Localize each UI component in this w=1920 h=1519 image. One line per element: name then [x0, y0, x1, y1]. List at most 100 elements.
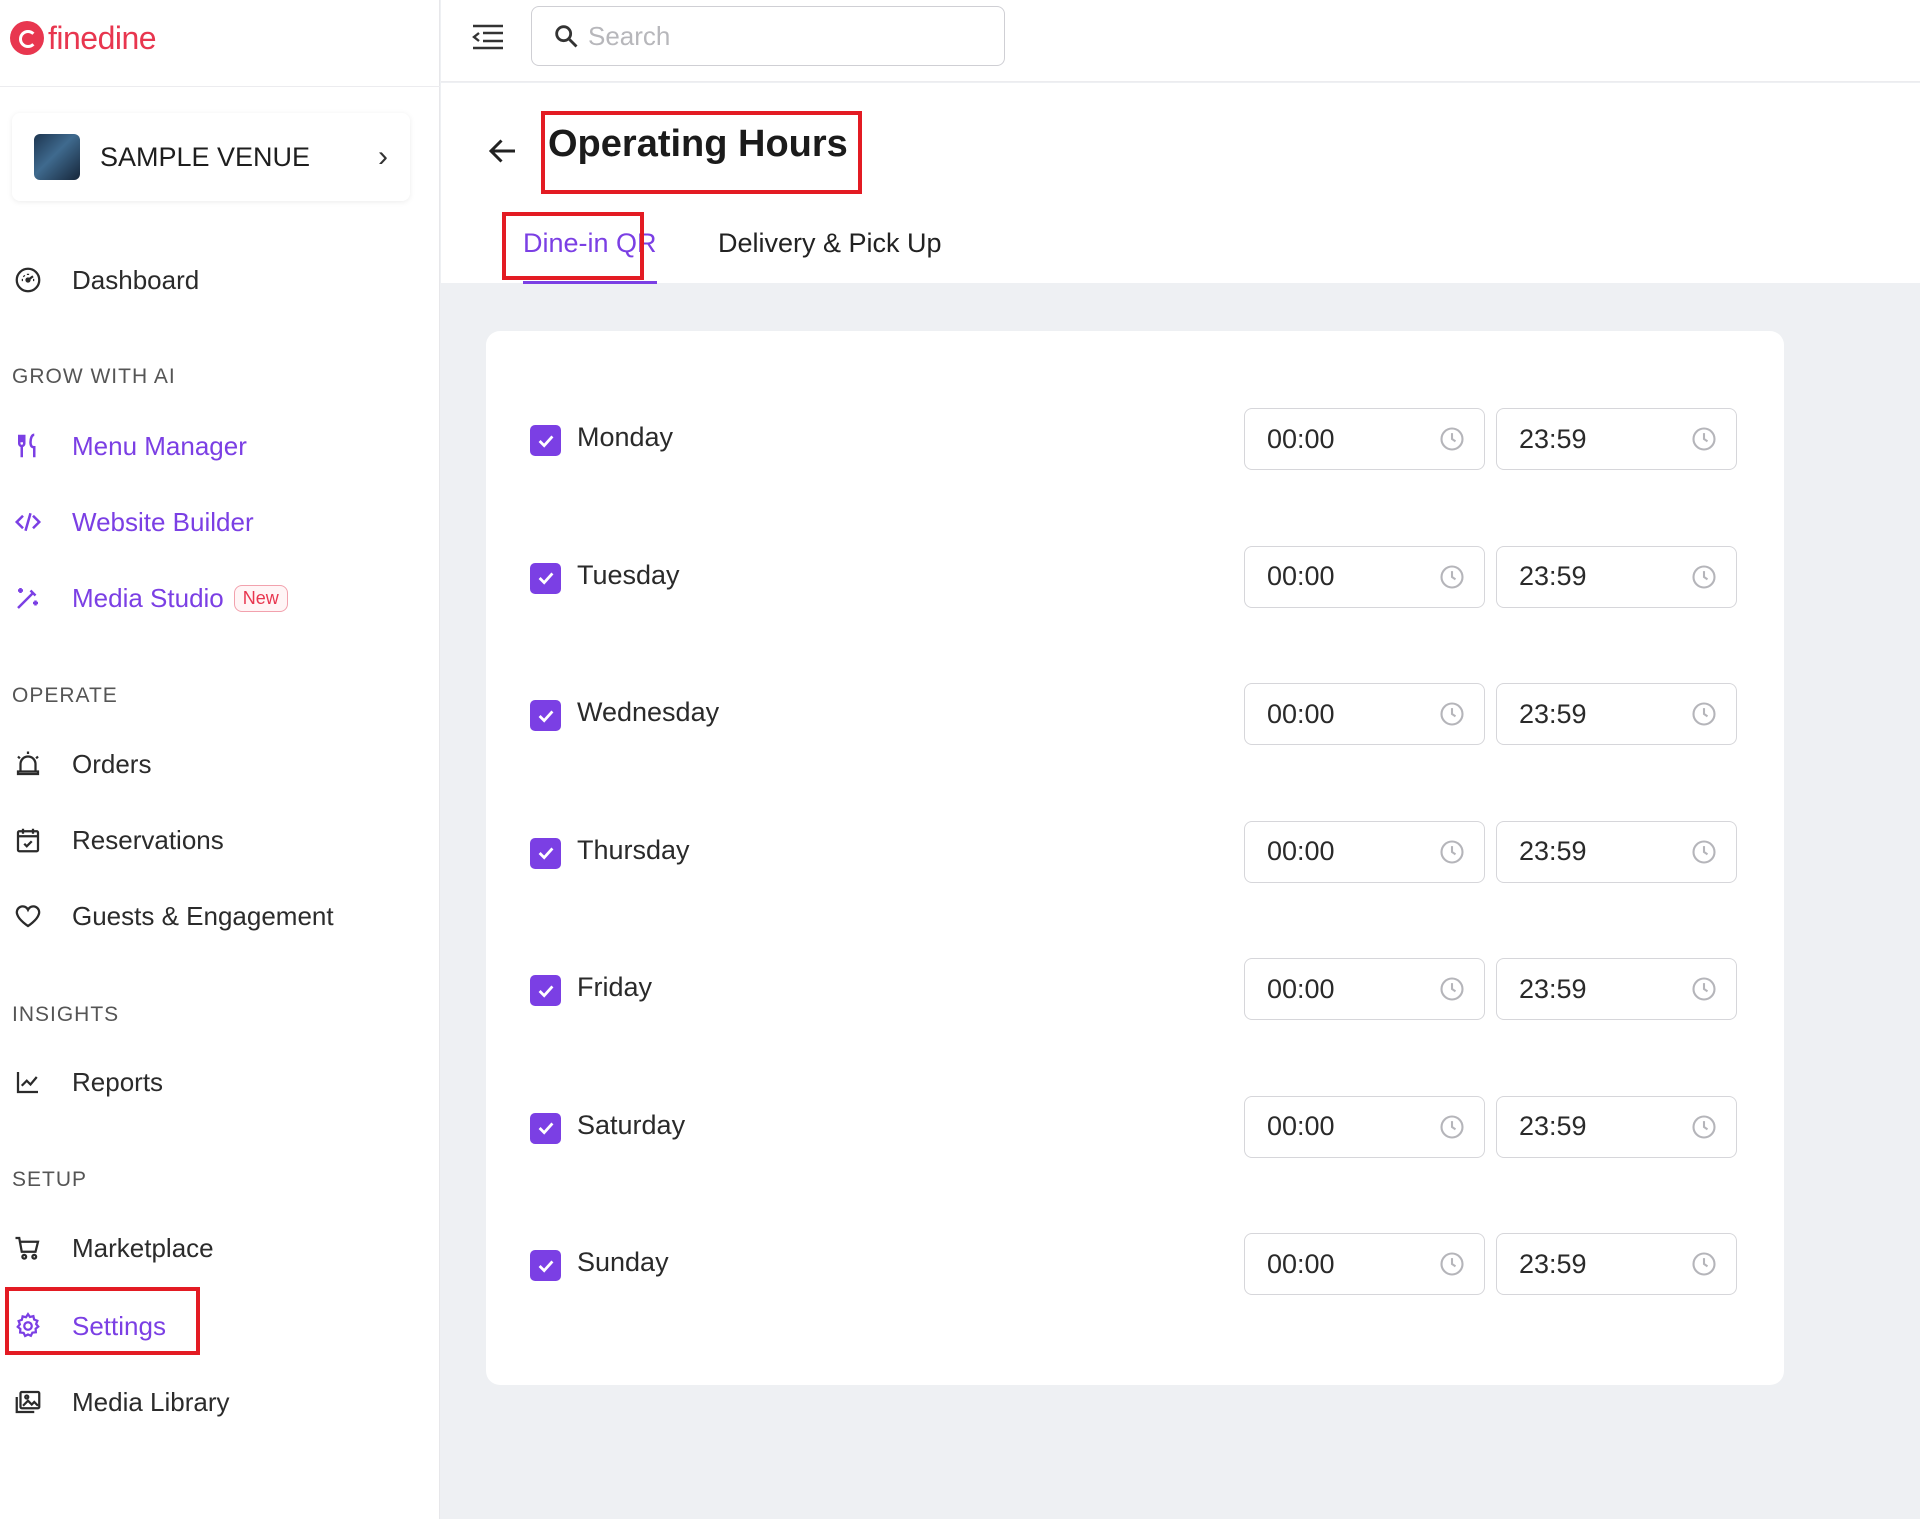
day-checkbox-sunday[interactable] [530, 1250, 561, 1281]
day-checkbox-tuesday[interactable] [530, 562, 561, 594]
day-label: Sunday [577, 1247, 669, 1277]
highlight-box [502, 212, 644, 280]
sidebar-item-orders[interactable]: Orders [12, 742, 151, 786]
open-time-input-monday[interactable]: 00:00 [1244, 408, 1485, 470]
close-time-value: 23:59 [1519, 423, 1587, 454]
sidebar-item-label: Orders [72, 748, 152, 779]
open-time-input-wednesday[interactable]: 00:00 [1244, 683, 1485, 745]
close-time-input-thursday[interactable]: 23:59 [1496, 820, 1737, 883]
open-time-input-sunday[interactable]: 00:00 [1244, 1233, 1485, 1295]
checkmark-icon [535, 705, 557, 727]
close-time-input-sunday[interactable]: 23:59 [1496, 1233, 1737, 1295]
day-row: Wednesday 00:00 23:59 [486, 683, 1784, 745]
open-time-value: 00:00 [1267, 1248, 1335, 1279]
section-label-operate: OPERATE [12, 684, 118, 707]
checkmark-icon [535, 567, 557, 589]
clock-icon [1690, 975, 1736, 1003]
sidebar-item-dashboard[interactable]: Dashboard [12, 258, 199, 302]
clock-icon [1438, 975, 1484, 1003]
page-header: Operating Hours Dine-in QR Delivery & Pi… [441, 83, 1920, 283]
back-arrow-icon[interactable] [485, 133, 521, 169]
sidebar-item-website-builder[interactable]: Website Builder [12, 500, 254, 544]
day-checkbox-thursday[interactable] [530, 837, 561, 869]
section-label-setup: SETUP [12, 1168, 88, 1191]
open-time-input-thursday[interactable]: 00:00 [1244, 820, 1485, 883]
open-time-input-saturday[interactable]: 00:00 [1244, 1095, 1485, 1158]
clock-icon [1438, 1250, 1484, 1278]
close-time-value: 23:59 [1519, 1111, 1587, 1141]
sidebar-item-label: Menu Manager [72, 430, 247, 461]
top-bar [441, 0, 1920, 82]
checkmark-icon [535, 1255, 557, 1277]
close-time-input-wednesday[interactable]: 23:59 [1496, 683, 1737, 745]
sidebar-item-label: Guests & Engagement [72, 900, 334, 931]
day-label: Saturday [577, 1109, 686, 1140]
menu-collapse-icon[interactable] [471, 22, 505, 52]
sidebar-item-media-library[interactable]: Media Library [12, 1380, 230, 1424]
highlight-box [5, 1287, 200, 1355]
sidebar-item-guests-engagement[interactable]: Guests & Engagement [12, 894, 334, 938]
close-time-input-saturday[interactable]: 23:59 [1496, 1095, 1737, 1158]
day-row: Sunday 00:00 23:59 [486, 1233, 1784, 1295]
clock-icon [1690, 1113, 1736, 1141]
open-time-input-tuesday[interactable]: 00:00 [1244, 545, 1485, 608]
search-box[interactable] [531, 6, 1005, 66]
speedometer-icon [12, 264, 44, 296]
day-row: Friday 00:00 23:59 [486, 958, 1784, 1020]
brand-logo-icon [10, 21, 44, 55]
close-time-value: 23:59 [1519, 836, 1587, 866]
search-icon [555, 25, 578, 48]
code-icon [12, 506, 44, 538]
sidebar-item-label: Media Library [72, 1386, 230, 1417]
search-input[interactable] [588, 20, 968, 52]
close-time-input-friday[interactable]: 23:59 [1496, 958, 1737, 1020]
sidebar-item-label: Media Studio [72, 582, 224, 613]
open-time-input-friday[interactable]: 00:00 [1244, 958, 1485, 1020]
close-time-input-monday[interactable]: 23:59 [1496, 408, 1737, 470]
clock-icon [1690, 1250, 1736, 1278]
sidebar-item-reservations[interactable]: Reservations [12, 818, 224, 862]
brand-logo[interactable]: finedine [10, 18, 157, 58]
bell-alarm-icon [12, 748, 44, 780]
calendar-check-icon [12, 824, 44, 856]
sidebar-item-label: Dashboard [72, 264, 200, 295]
day-checkbox-monday[interactable] [530, 425, 561, 456]
day-checkbox-friday[interactable] [530, 975, 561, 1006]
venue-name: SAMPLE VENUE [100, 141, 311, 172]
close-time-value: 23:59 [1519, 698, 1587, 729]
tab-delivery-pickup[interactable]: Delivery & Pick Up [718, 221, 942, 265]
checkmark-icon [535, 1117, 557, 1139]
sidebar-item-reports[interactable]: Reports [12, 1060, 163, 1104]
checkmark-icon [535, 842, 557, 864]
active-tab-indicator [523, 281, 657, 284]
sidebar-item-menu-manager[interactable]: Menu Manager [12, 424, 247, 468]
line-chart-icon [12, 1066, 44, 1098]
close-time-value: 23:59 [1519, 1248, 1587, 1279]
day-label: Thursday [577, 834, 690, 865]
open-time-value: 00:00 [1267, 561, 1335, 591]
close-time-input-tuesday[interactable]: 23:59 [1496, 545, 1737, 608]
checkmark-icon [535, 980, 557, 1002]
close-time-value: 23:59 [1519, 973, 1587, 1004]
sidebar-item-marketplace[interactable]: Marketplace [12, 1226, 214, 1270]
clock-icon [1438, 700, 1484, 728]
day-checkbox-wednesday[interactable] [530, 700, 561, 731]
clock-icon [1438, 838, 1484, 866]
day-checkbox-saturday[interactable] [530, 1112, 561, 1144]
brand-name: finedine [48, 19, 157, 56]
sidebar-item-media-studio[interactable]: Media Studio New [12, 576, 288, 620]
day-row: Monday 00:00 23:59 [486, 408, 1784, 470]
open-time-value: 00:00 [1267, 973, 1335, 1004]
open-time-value: 00:00 [1267, 836, 1335, 866]
clock-icon [1438, 563, 1484, 591]
section-label-grow: GROW WITH AI [12, 365, 176, 388]
close-time-value: 23:59 [1519, 561, 1587, 591]
cart-icon [12, 1232, 44, 1264]
sidebar-item-label: Marketplace [72, 1232, 214, 1263]
venue-switcher[interactable]: SAMPLE VENUE › [12, 113, 410, 201]
clock-icon [1690, 838, 1736, 866]
operating-hours-card: Monday 00:00 23:59 Tuesday 00:00 23:59 Wednesd… [486, 331, 1784, 1385]
section-label-insights: INSIGHTS [12, 1003, 120, 1026]
chevron-right-icon: › [378, 140, 388, 173]
clock-icon [1690, 700, 1736, 728]
